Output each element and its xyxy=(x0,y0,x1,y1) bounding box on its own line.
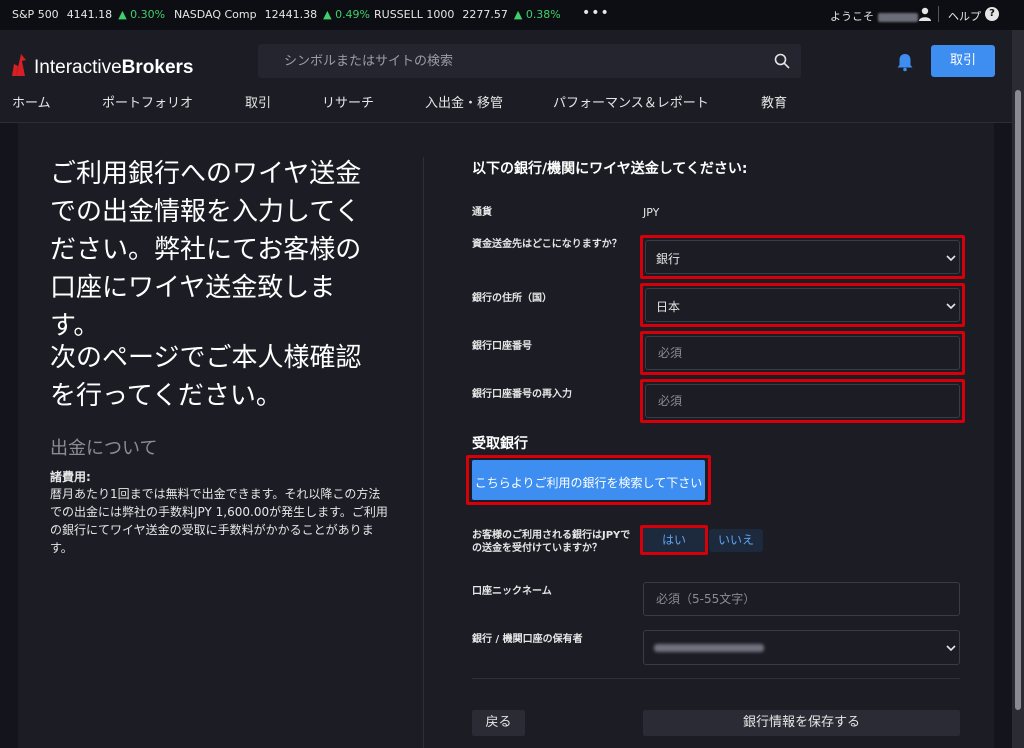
logo-text-bold: Brokers xyxy=(121,57,194,78)
holder-select[interactable] xyxy=(643,630,960,665)
fees-title: 諸費用: xyxy=(50,470,91,484)
no-option[interactable]: いいえ xyxy=(709,529,763,552)
ticker-name: RUSSELL 1000 xyxy=(374,8,455,21)
page-heading: ご利用銀行へのワイヤ送金での出金情報を入力してください。弊社にてお客様の口座にワ… xyxy=(50,159,362,341)
page-scrollbar[interactable] xyxy=(1012,30,1024,748)
destination-label: 資金送金先はどこになりますか？ xyxy=(472,239,622,250)
nickname-input[interactable] xyxy=(643,582,960,616)
holder-label: 銀行 / 機関口座の保有者 xyxy=(472,634,583,645)
ticker-change: ▲ 0.30% xyxy=(118,8,166,21)
column-divider xyxy=(423,157,424,748)
receiving-bank-heading: 受取銀行 xyxy=(472,436,528,452)
currency-value: JPY xyxy=(643,206,660,219)
user-icon[interactable] xyxy=(918,7,932,21)
accepts-jpy-label: お客様のご利用される銀行はJPYでの送金を受付けていますか？ xyxy=(472,530,631,554)
ticker-item[interactable]: RUSSELL 1000 2277.57 ▲ 0.38% xyxy=(374,8,561,21)
ticker-name: NASDAQ Comp xyxy=(174,8,257,21)
ticker-separator xyxy=(938,6,939,22)
yes-option[interactable]: はい xyxy=(643,528,705,552)
about-withdrawal-heading: 出金について xyxy=(50,438,158,459)
nav-item-portfolio[interactable]: ポートフォリオ xyxy=(102,92,193,111)
nickname-label: 口座ニックネーム xyxy=(472,586,552,597)
ticker-change: ▲ 0.49% xyxy=(323,8,371,21)
chevron-down-icon xyxy=(946,645,956,652)
chevron-down-icon xyxy=(946,303,956,310)
nav-item-transfers[interactable]: 入出金・移管 xyxy=(425,92,503,111)
ticker-bar: S&P 500 4141.18 ▲ 0.30% NASDAQ Comp 12441.3… xyxy=(0,0,1024,30)
back-button[interactable]: 戻る xyxy=(472,710,525,736)
flame-logo-icon xyxy=(12,54,26,76)
ticker-value: 4141.18 xyxy=(66,8,113,21)
form-divider xyxy=(472,678,960,679)
search-icon[interactable] xyxy=(774,53,790,69)
identity-note: 次のページでご本人様確認を行ってください。 xyxy=(50,343,362,411)
welcome-user[interactable]: ようこそ xyxy=(830,8,918,24)
more-menu-icon[interactable]: ••• xyxy=(582,5,610,21)
ticker-change: ▲ 0.38% xyxy=(513,8,561,21)
search-bank-button[interactable]: こちらよりご利用の銀行を検索して下さい xyxy=(472,460,705,500)
ticker-item[interactable]: S&P 500 4141.18 ▲ 0.30% xyxy=(12,8,165,21)
logo-text: InteractiveBrokers xyxy=(34,57,193,79)
ticker-name: S&P 500 xyxy=(12,8,59,21)
nav-item-research[interactable]: リサーチ xyxy=(322,92,374,111)
nav-item-home[interactable]: ホーム xyxy=(12,92,51,111)
bell-icon[interactable] xyxy=(895,52,915,72)
country-value: 日本 xyxy=(656,300,681,314)
search-input[interactable] xyxy=(258,44,758,78)
account-confirm-input[interactable] xyxy=(645,384,960,418)
ticker-value: 2277.57 xyxy=(462,8,508,21)
scroll-thumb[interactable] xyxy=(1015,90,1021,710)
chevron-down-icon xyxy=(946,255,956,262)
blurred-username xyxy=(878,12,918,22)
form-title: 以下の銀行/機関にワイヤ送金してください: xyxy=(472,161,748,177)
ticker-value: 12441.38 xyxy=(264,8,318,21)
ticker-item[interactable]: NASDAQ Comp 12441.38 ▲ 0.49% xyxy=(174,8,370,21)
currency-label: 通貨 xyxy=(472,207,492,218)
help-icon[interactable]: ? xyxy=(985,7,999,21)
blurred-holder-name xyxy=(654,644,764,652)
nav-item-education[interactable]: 教育 xyxy=(761,92,787,111)
header: InteractiveBrokers 取引 ホーム ポートフォリオ 取引 リサー… xyxy=(0,30,1012,123)
destination-value: 銀行 xyxy=(656,252,681,266)
trade-button[interactable]: 取引 xyxy=(931,45,995,77)
site-search xyxy=(258,44,801,78)
main-nav: ホーム ポートフォリオ 取引 リサーチ 入出金・移管 パフォーマンス＆レポート … xyxy=(0,90,1012,111)
nav-item-performance[interactable]: パフォーマンス＆レポート xyxy=(553,92,709,111)
country-label: 銀行の住所（国） xyxy=(472,293,552,304)
help-link[interactable]: ヘルプ xyxy=(948,8,981,24)
account-number-input[interactable] xyxy=(645,336,960,370)
country-select[interactable]: 日本 xyxy=(645,288,960,322)
logo-text-light: Interactive xyxy=(34,57,122,78)
fees-description: 暦月あたり1回までは無料で出金できます。それ以降この方法での出金には弊社の手数料… xyxy=(50,487,388,555)
destination-select[interactable]: 銀行 xyxy=(645,240,960,274)
nav-item-trade[interactable]: 取引 xyxy=(245,92,271,111)
welcome-text: ようこそ xyxy=(830,10,874,23)
save-bank-info-button[interactable]: 銀行情報を保存する xyxy=(643,710,960,736)
account-number-label: 銀行口座番号 xyxy=(472,341,532,352)
account-confirm-label: 銀行口座番号の再入力 xyxy=(472,389,572,400)
